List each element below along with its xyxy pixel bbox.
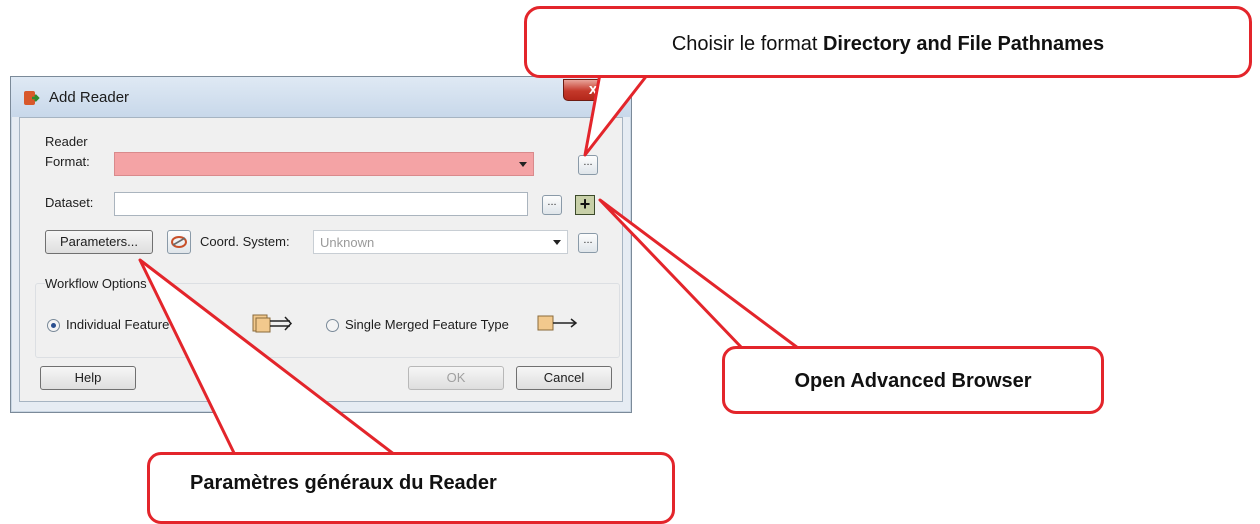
dataset-input[interactable] [114, 192, 528, 216]
coord-browse-button[interactable]: ... [578, 233, 598, 253]
format-callout: Choisir le format Directory and File Pat… [524, 6, 1252, 78]
close-button[interactable]: x [563, 79, 623, 101]
individual-feature-types-radio[interactable] [47, 319, 60, 332]
format-label: Format: [45, 154, 90, 169]
coord-system-icon[interactable] [167, 230, 191, 254]
advanced-browser-button[interactable]: + [575, 195, 595, 215]
reader-app-icon [24, 91, 40, 105]
coord-system-dropdown[interactable]: Unknown [313, 230, 568, 254]
ok-button[interactable]: OK [408, 366, 504, 390]
coord-system-label: Coord. System: [200, 234, 290, 249]
format-callout-bold: Directory and File Pathnames [822, 33, 1105, 55]
dialog-title: Add Reader [49, 89, 130, 106]
individual-feature-types-icon [252, 314, 293, 333]
dataset-label: Dataset: [45, 195, 94, 210]
dataset-browse-button[interactable]: ... [542, 195, 562, 215]
format-browse-button[interactable]: ... [578, 155, 598, 175]
workflow-group-label: Workflow Options [45, 276, 151, 291]
advanced-browser-callout-text: Open Advanced Browser [794, 370, 1032, 392]
chevron-down-icon [553, 240, 561, 245]
format-dropdown[interactable] [114, 152, 534, 176]
parameters-button[interactable]: Parameters... [45, 230, 153, 254]
reader-group-label: Reader [45, 134, 88, 149]
parameters-callout: Paramètres généraux du Reader [147, 452, 675, 524]
single-merged-feature-type-radio[interactable] [326, 319, 339, 332]
advanced-browser-callout: Open Advanced Browser [722, 346, 1104, 414]
individual-feature-types-label: Individual Feature Types [66, 317, 208, 332]
parameters-callout-text: Paramètres généraux du Reader [190, 472, 497, 494]
single-merged-feature-type-icon [537, 315, 578, 331]
title-bar[interactable]: Add Reader x [11, 77, 631, 117]
add-reader-dialog: Add Reader x Reader Format: ... Dataset:… [10, 76, 632, 413]
format-callout-prefix: Choisir le format [671, 33, 823, 55]
help-button[interactable]: Help [40, 366, 136, 390]
globe-icon [171, 236, 187, 248]
chevron-down-icon [519, 162, 527, 167]
cancel-button[interactable]: Cancel [516, 366, 612, 390]
dialog-body: Reader Format: ... Dataset: ... + Parame… [19, 117, 623, 402]
single-merged-feature-type-label: Single Merged Feature Type [345, 317, 509, 332]
